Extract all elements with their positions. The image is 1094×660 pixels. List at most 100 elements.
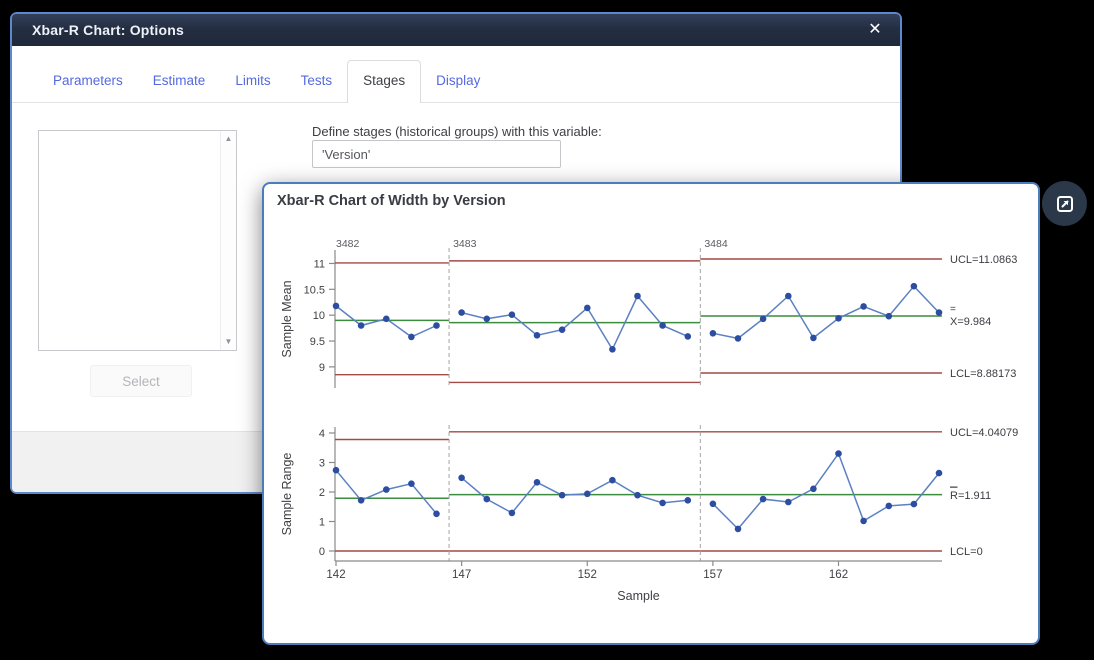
dialog-title: Xbar-R Chart: Options (32, 22, 184, 38)
data-point (710, 501, 717, 508)
y-tick-label: 9.5 (310, 336, 325, 348)
data-point (383, 316, 390, 323)
data-point (559, 326, 566, 333)
open-in-new-window-icon (1054, 193, 1076, 215)
ucl-annotation: UCL=11.0863 (950, 254, 1017, 266)
data-point (358, 322, 365, 329)
data-point (609, 346, 616, 353)
y-tick-label: 10.5 (304, 284, 325, 296)
x-tick-label: 142 (326, 569, 345, 581)
y-tick-label: 2 (319, 487, 325, 499)
data-point (634, 293, 641, 300)
data-point (936, 309, 943, 316)
data-point (433, 322, 440, 329)
data-point (835, 315, 842, 322)
scroll-up-icon[interactable]: ▲ (225, 135, 233, 143)
data-point (358, 497, 365, 504)
data-point (634, 492, 641, 499)
center-annotation: X=9.984 (950, 316, 991, 328)
y-tick-label: 0 (319, 546, 325, 558)
data-point (433, 511, 440, 518)
data-point (584, 491, 591, 498)
data-point (860, 518, 867, 525)
stage-label: 3482 (336, 238, 360, 250)
data-point (735, 335, 742, 342)
stage-label: 3484 (704, 238, 728, 250)
data-point (735, 526, 742, 533)
data-point (911, 501, 918, 508)
data-point (484, 316, 491, 323)
select-button[interactable]: Select (90, 365, 192, 397)
data-point (785, 499, 792, 506)
control-charts-canvas[interactable]: 99.51010.511Sample Mean348234833484UCL=1… (264, 184, 1038, 643)
center-annotation: R=1.911 (950, 490, 991, 502)
data-point (936, 470, 943, 477)
y-tick-label: 1 (319, 517, 325, 529)
y-tick-label: 10 (313, 310, 325, 322)
screen: Xbar-R Chart: Options ✕ Parameters Estim… (0, 0, 1094, 660)
lcl-annotation: LCL=0 (950, 546, 983, 558)
xbar-chart: 99.51010.511Sample Mean348234833484UCL=1… (280, 238, 1017, 388)
y-axis-title: Sample Mean (280, 280, 294, 357)
data-point (785, 293, 792, 300)
data-point (810, 335, 817, 342)
data-point (659, 500, 666, 507)
tab-estimate[interactable]: Estimate (138, 61, 221, 102)
lcl-annotation: LCL=8.88173 (950, 368, 1016, 380)
tab-limits[interactable]: Limits (220, 61, 285, 102)
y-tick-label: 11 (314, 258, 325, 270)
stage-variable-input[interactable] (312, 140, 561, 168)
variables-listbox[interactable]: ▲ ▼ (38, 130, 237, 351)
data-point (509, 510, 516, 517)
tab-bar: Parameters Estimate Limits Tests Stages … (12, 46, 900, 103)
data-point (408, 334, 415, 341)
data-point (458, 309, 465, 316)
data-point (458, 475, 465, 482)
data-point (333, 303, 340, 310)
range-chart: 0 1 2 3 4 Sample Range UCL=4.04079 R=1.911 LCL=0… (280, 425, 1018, 603)
tab-parameters[interactable]: Parameters (38, 61, 138, 102)
data-point (685, 497, 692, 504)
data-point (835, 450, 842, 457)
data-point (408, 480, 415, 487)
listbox-scrollbar[interactable]: ▲ ▼ (220, 131, 236, 350)
tab-stages[interactable]: Stages (347, 60, 421, 103)
dialog-titlebar[interactable]: Xbar-R Chart: Options ✕ (12, 14, 900, 46)
data-point (383, 486, 390, 493)
data-point (484, 496, 491, 503)
open-in-new-window-button[interactable] (1042, 181, 1087, 226)
tab-tests[interactable]: Tests (286, 61, 348, 102)
x-tick-label: 157 (703, 569, 722, 581)
chart-window: Xbar-R Chart of Width by Version 99.5101… (262, 182, 1040, 645)
scroll-down-icon[interactable]: ▼ (225, 338, 233, 346)
data-point (710, 330, 717, 337)
data-point (559, 492, 566, 499)
data-point (886, 313, 893, 320)
data-point (886, 503, 893, 510)
series-line (713, 286, 939, 338)
x-axis-title: Sample (617, 589, 659, 603)
data-point (659, 322, 666, 329)
y-tick-label: 4 (319, 428, 325, 440)
data-point (534, 479, 541, 486)
data-point (810, 486, 817, 493)
data-point (333, 467, 340, 474)
data-point (760, 316, 767, 323)
data-point (911, 283, 918, 290)
close-button[interactable]: ✕ (862, 18, 888, 42)
define-stages-label: Define stages (historical groups) with t… (312, 124, 602, 139)
tab-display[interactable]: Display (421, 61, 495, 102)
data-point (509, 311, 516, 318)
data-point (760, 496, 767, 503)
data-point (860, 303, 867, 310)
data-point (584, 305, 591, 312)
data-point (534, 332, 541, 339)
x-tick-label: 152 (578, 569, 597, 581)
ucl-annotation: UCL=4.04079 (950, 427, 1018, 439)
x-tick-label: 162 (829, 569, 848, 581)
y-tick-label: 3 (319, 458, 325, 470)
series-line (713, 454, 939, 529)
data-point (609, 477, 616, 484)
x-tick-label: 147 (452, 569, 471, 581)
y-axis-title: Sample Range (280, 453, 294, 536)
